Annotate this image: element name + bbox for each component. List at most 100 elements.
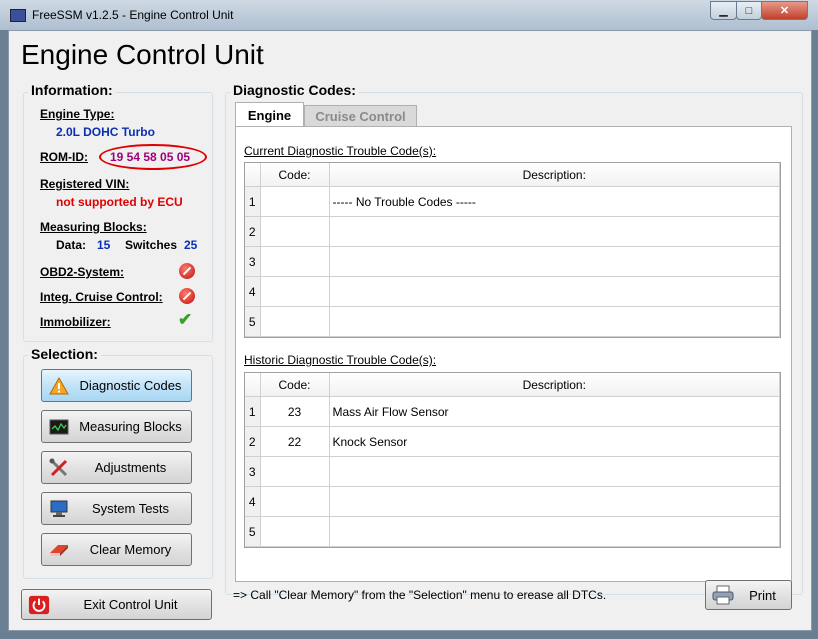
description-cell: Mass Air Flow Sensor: [329, 396, 780, 427]
description-cell: [329, 246, 780, 277]
row-number: 1: [245, 396, 261, 427]
obd2-label: OBD2-System:: [40, 265, 125, 279]
table-row[interactable]: 5: [245, 516, 780, 547]
printer-icon: [712, 585, 734, 605]
table-row[interactable]: 3: [245, 456, 780, 487]
rom-id-value: 19 54 58 05 05: [110, 150, 191, 164]
selection-heading: Selection:: [28, 346, 101, 362]
table-row[interactable]: 3: [245, 246, 780, 277]
system-tests-button[interactable]: System Tests: [41, 492, 192, 525]
code-cell: [260, 456, 330, 487]
row-number: 3: [245, 456, 261, 487]
code-cell: [260, 246, 330, 277]
row-number: 2: [245, 216, 261, 247]
data-value: 15: [97, 238, 111, 252]
current-dtc-table[interactable]: Code: Description: 1 ----- No Trouble Cod…: [244, 162, 781, 338]
clear-memory-button[interactable]: Clear Memory: [41, 533, 192, 566]
vin-value: not supported by ECU: [56, 195, 183, 209]
adjustments-button[interactable]: Adjustments: [41, 451, 192, 484]
code-cell: [260, 186, 330, 217]
row-number-header: [245, 163, 261, 187]
exit-control-unit-button[interactable]: Exit Control Unit: [21, 589, 212, 620]
exit-control-unit-label: Exit Control Unit: [83, 597, 178, 612]
measuring-blocks-label: Measuring Blocks:: [40, 220, 147, 234]
description-cell: [329, 516, 780, 547]
table-row[interactable]: 2: [245, 216, 780, 247]
row-number: 2: [245, 426, 261, 457]
maximize-button[interactable]: □: [736, 1, 762, 20]
code-cell: [260, 306, 330, 337]
measuring-blocks-button[interactable]: Measuring Blocks: [41, 410, 192, 443]
vin-label: Registered VIN:: [40, 177, 130, 191]
checkmark-icon: ✔: [178, 310, 193, 329]
print-label: Print: [749, 587, 776, 603]
description-cell: ----- No Trouble Codes -----: [329, 186, 780, 217]
clear-memory-hint: => Call "Clear Memory" from the "Selecti…: [233, 588, 607, 602]
table-row[interactable]: 1 ----- No Trouble Codes -----: [245, 186, 780, 217]
table-header-row: Code: Description:: [245, 373, 780, 397]
data-label: Data:: [56, 238, 87, 252]
diagnostic-codes-heading: Diagnostic Codes:: [230, 82, 359, 98]
system-tests-label: System Tests: [91, 501, 170, 516]
switches-label: Switches: [125, 238, 178, 252]
historic-dtc-title: Historic Diagnostic Trouble Code(s):: [244, 353, 437, 367]
measuring-blocks-label: Measuring Blocks: [79, 419, 182, 434]
row-number: 4: [245, 486, 261, 517]
clear-memory-label: Clear Memory: [89, 542, 172, 557]
page-title: Engine Control Unit: [21, 39, 264, 70]
maximize-icon: □: [745, 4, 753, 17]
power-icon: [28, 595, 50, 615]
row-number: 4: [245, 276, 261, 307]
adjustments-label: Adjustments: [94, 460, 167, 475]
code-cell: [260, 216, 330, 247]
information-heading: Information:: [28, 82, 116, 98]
table-header-row: Code: Description:: [245, 163, 780, 187]
warning-icon: [48, 376, 70, 396]
engine-type-value: 2.0L DOHC Turbo: [56, 125, 155, 139]
table-row[interactable]: 5: [245, 306, 780, 337]
row-number: 5: [245, 306, 261, 337]
computer-icon: [48, 499, 70, 519]
code-column-header: Code:: [260, 373, 330, 397]
close-button[interactable]: ✕: [761, 1, 808, 20]
code-cell: [260, 486, 330, 517]
code-cell: [260, 276, 330, 307]
monitor-graph-icon: [48, 417, 70, 437]
description-cell: [329, 306, 780, 337]
not-supported-icon: [179, 263, 195, 279]
switches-value: 25: [184, 238, 198, 252]
minimize-button[interactable]: ▁: [710, 1, 737, 20]
rom-id-label: ROM-ID:: [40, 150, 88, 164]
main-window: Engine Control Unit Information: Engine …: [8, 30, 812, 631]
table-row[interactable]: 4: [245, 486, 780, 517]
cruise-control-label: Integ. Cruise Control:: [40, 290, 163, 304]
tab-engine[interactable]: Engine: [235, 102, 304, 127]
window-title: FreeSSM v1.2.5 - Engine Control Unit: [32, 8, 234, 22]
description-cell: [329, 216, 780, 247]
print-button[interactable]: Print: [705, 580, 792, 610]
table-row[interactable]: 4: [245, 276, 780, 307]
tools-icon: [48, 458, 70, 478]
code-cell: [260, 516, 330, 547]
table-row[interactable]: 1 23 Mass Air Flow Sensor: [245, 396, 780, 427]
eraser-icon: [48, 540, 70, 560]
current-dtc-title: Current Diagnostic Trouble Code(s):: [244, 144, 437, 158]
code-cell: 22: [260, 426, 330, 457]
table-row[interactable]: 2 22 Knock Sensor: [245, 426, 780, 457]
title-bar: FreeSSM v1.2.5 - Engine Control Unit ▁ □…: [0, 0, 818, 30]
description-column-header: Description:: [329, 163, 780, 187]
row-number: 3: [245, 246, 261, 277]
diagnostic-codes-button[interactable]: Diagnostic Codes: [41, 369, 192, 402]
description-cell: [329, 486, 780, 517]
description-cell: [329, 276, 780, 307]
engine-type-label: Engine Type:: [40, 107, 115, 121]
immobilizer-label: Immobilizer:: [40, 315, 111, 329]
code-cell: 23: [260, 396, 330, 427]
row-number: 5: [245, 516, 261, 547]
tab-cruise-control[interactable]: Cruise Control: [304, 105, 417, 126]
diagnostic-codes-label: Diagnostic Codes: [79, 378, 182, 393]
code-column-header: Code:: [260, 163, 330, 187]
historic-dtc-table[interactable]: Code: Description: 1 23 Mass Air Flow Sens…: [244, 372, 781, 548]
row-number-header: [245, 373, 261, 397]
row-number: 1: [245, 186, 261, 217]
